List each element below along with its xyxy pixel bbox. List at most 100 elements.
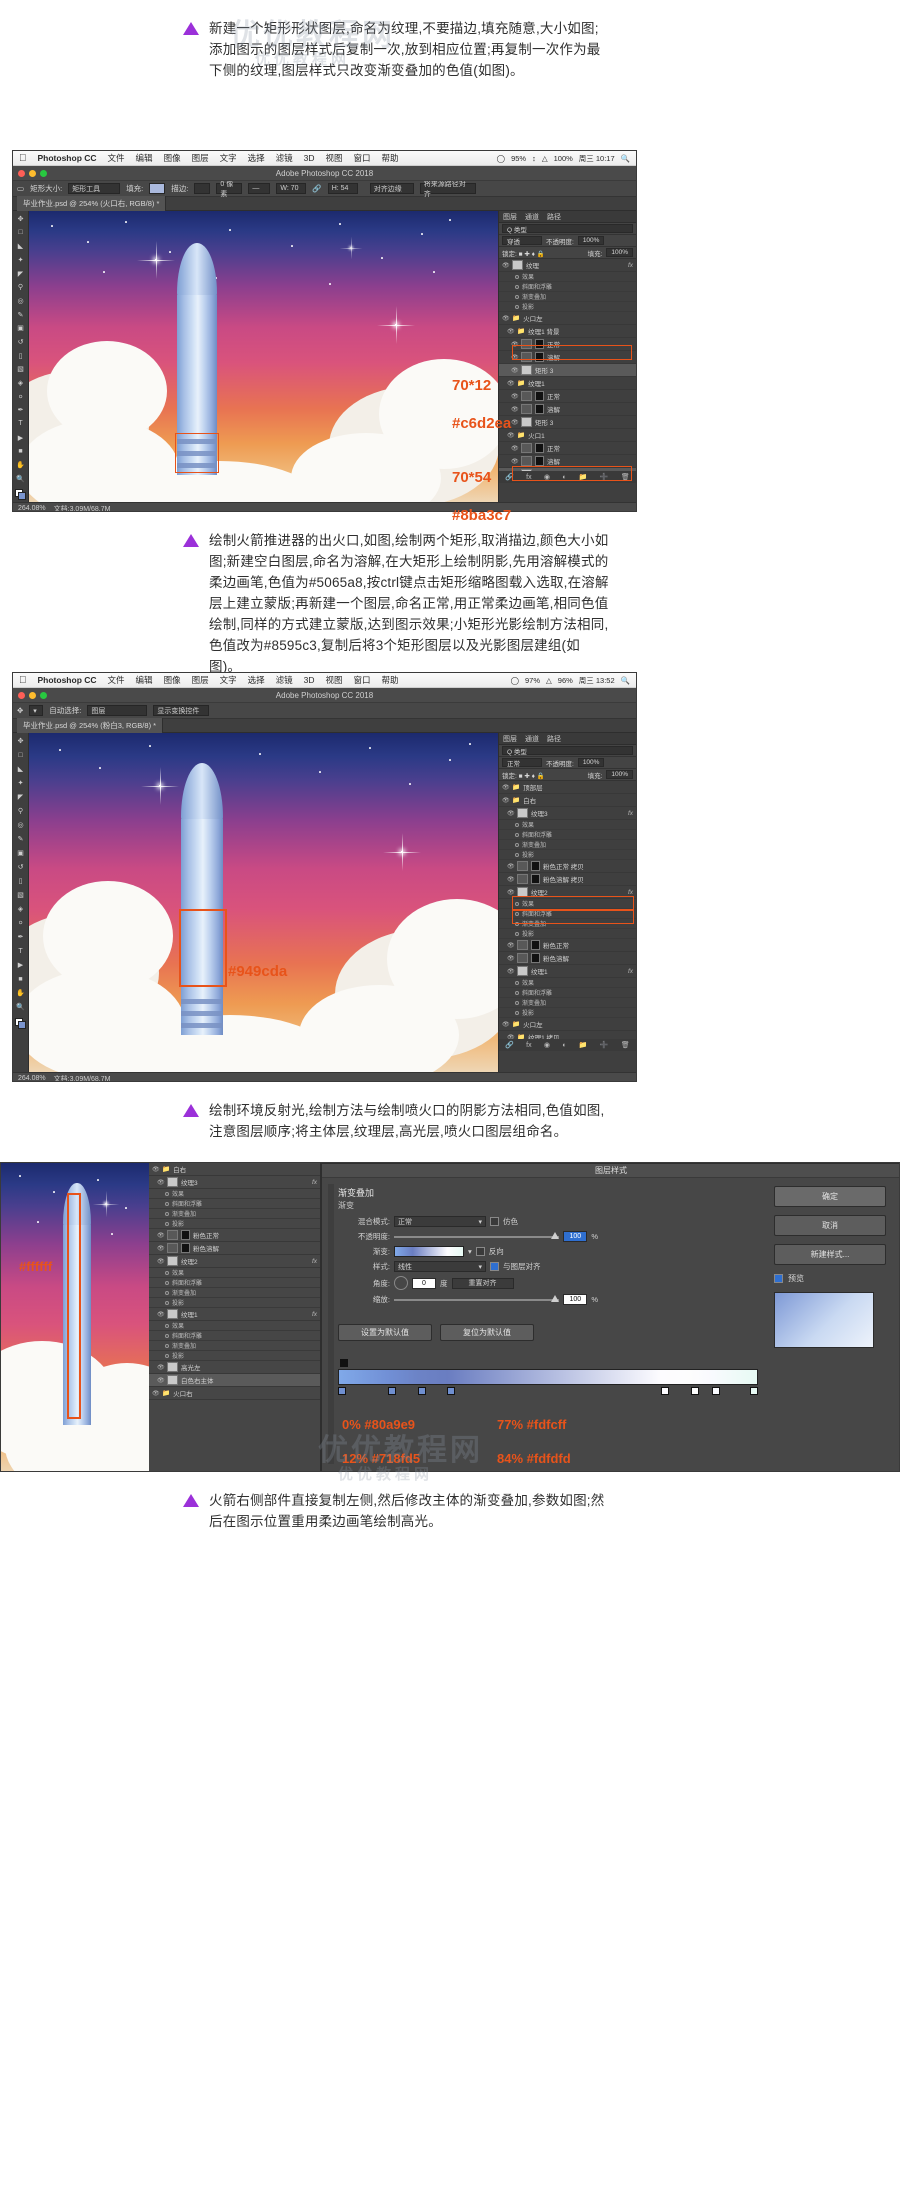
history-brush-icon-2[interactable]: ↺: [15, 861, 27, 873]
mac-menubar-2[interactable]:  Photoshop CC 文件 编辑 图像 图层 文字 选择 滤镜 3D 视…: [13, 673, 636, 688]
layer-mask-2-2[interactable]: [531, 874, 540, 884]
maximize-icon-1[interactable]: [40, 169, 47, 177]
layer-mask-5[interactable]: [535, 443, 544, 453]
layer-group-white-right-3[interactable]: 👁 📁 白右: [149, 1163, 320, 1176]
gradient-row[interactable]: 渐变: ▾ 反向: [338, 1246, 598, 1257]
wifi-icon-2[interactable]: △: [546, 676, 552, 685]
lasso-tool-icon-2[interactable]: ◣: [15, 763, 27, 775]
gradient-color-stop-3[interactable]: [418, 1387, 426, 1395]
zoom-tool-icon-1[interactable]: 🔍: [15, 473, 27, 485]
gradient-color-stop-6[interactable]: [691, 1387, 699, 1395]
close-icon-1[interactable]: [18, 169, 25, 177]
layers-panel-3[interactable]: 👁 📁 白右 👁 纹理3 fx 效果 斜面和浮雕 渐变叠加 投影 👁 粉色正常 …: [149, 1163, 321, 1471]
layer-name-6[interactable]: 矩形 3: [535, 365, 633, 375]
layers-panel-footer-2[interactable]: 🔗 fx ◉ ◐ 📁 ➕ 🗑: [499, 1039, 636, 1051]
layer-filter-2[interactable]: Q 类型: [499, 745, 636, 757]
folder-icon-2[interactable]: 📁: [517, 327, 525, 335]
menu-help-1[interactable]: 帮助: [382, 152, 399, 164]
blend-mode-select-3[interactable]: 正常 ▾: [394, 1216, 486, 1227]
history-brush-icon-1[interactable]: ↺: [15, 336, 27, 348]
pen-tool-icon-1[interactable]: ✒: [15, 404, 27, 416]
eye-icon-3-6[interactable]: 👁: [157, 1311, 165, 1318]
brush-tool-icon-2[interactable]: ✎: [15, 833, 27, 845]
menu-select-2[interactable]: 选择: [248, 674, 265, 686]
document-tabbar-1[interactable]: 毕业作业.psd @ 254% (火口右, RGB/8) *: [13, 196, 636, 211]
layer-mask-3-2[interactable]: [181, 1243, 190, 1253]
filter-type-2[interactable]: Q 类型: [502, 746, 633, 756]
delete-layer-icon-2[interactable]: 🗑: [621, 1041, 630, 1049]
menu-image-2[interactable]: 图像: [164, 674, 181, 686]
reset-align-button[interactable]: 重置对齐: [451, 1277, 514, 1289]
eye-icon-12[interactable]: 👁: [511, 445, 519, 452]
panel-tab-paths-1[interactable]: 路径: [547, 212, 561, 222]
shape-width-1[interactable]: W: 70: [276, 183, 307, 194]
reverse-checkbox[interactable]: [475, 1247, 485, 1256]
gradient-preview[interactable]: [394, 1246, 464, 1257]
menu-type-2[interactable]: 文字: [220, 674, 237, 686]
layer-group-fire1-1[interactable]: 👁 📁 火口1: [499, 429, 636, 442]
layer-thumb-3-5[interactable]: [167, 1309, 178, 1319]
add-mask-icon-2[interactable]: ◉: [544, 1041, 550, 1049]
layer-name-3-1[interactable]: 白右: [173, 1164, 317, 1174]
hand-tool-icon-2[interactable]: ✋: [15, 987, 27, 999]
layer-thumb-3-4[interactable]: [167, 1256, 178, 1266]
app-name-1[interactable]: Photoshop CC: [38, 153, 97, 163]
layer-name-3-8[interactable]: 白色右主体: [181, 1375, 317, 1385]
opacity-row[interactable]: 不透明度: 100 %: [338, 1231, 598, 1242]
menu-type-1[interactable]: 文字: [220, 152, 237, 164]
stamp-tool-icon-1[interactable]: ▣: [15, 322, 27, 334]
link-layers-icon-2[interactable]: 🔗: [505, 1041, 514, 1049]
eraser-tool-icon-2[interactable]: ▯: [15, 875, 27, 887]
layer-name-8[interactable]: 正常: [547, 391, 633, 401]
layer-row-highlight-left-3[interactable]: 👁 高光左: [149, 1361, 320, 1374]
clock-2[interactable]: 周三 13:52: [579, 675, 615, 686]
eraser-tool-icon-1[interactable]: ▯: [15, 350, 27, 362]
layer-thumb-3-1[interactable]: [167, 1177, 178, 1187]
fx-icon-1[interactable]: fx: [628, 262, 633, 269]
menu-file-1[interactable]: 文件: [108, 152, 125, 164]
eye-icon-3-3[interactable]: 👁: [157, 1232, 165, 1239]
layer-name-3-9[interactable]: 火口右: [173, 1388, 317, 1398]
layer-name-3-7[interactable]: 高光左: [181, 1362, 317, 1372]
wifi-icon-1[interactable]: △: [542, 154, 548, 163]
layer-thumb-1[interactable]: [512, 260, 523, 270]
eye-icon-2-6[interactable]: 👁: [507, 889, 515, 896]
layer-name-3-4[interactable]: 粉色溶解: [193, 1243, 317, 1253]
layer-thumb-3-3[interactable]: [167, 1243, 178, 1253]
reset-default-button[interactable]: 复位为默认值: [440, 1324, 534, 1341]
gradient-color-stop-7[interactable]: [712, 1387, 720, 1395]
layer-thumb-6[interactable]: [521, 404, 532, 414]
layer-name-2-8[interactable]: 粉色溶解: [543, 953, 633, 963]
hand-tool-icon-1[interactable]: ✋: [15, 459, 27, 471]
fx-icon-3-3[interactable]: fx: [312, 1311, 317, 1318]
dodge-tool-icon-2[interactable]: ⚪: [15, 917, 27, 929]
layer-mask-4[interactable]: [535, 404, 544, 414]
layer-row-texture3-3[interactable]: 👁 纹理3 fx: [149, 1176, 320, 1189]
healing-tool-icon-1[interactable]: ◎: [15, 295, 27, 307]
style-row[interactable]: 样式: 线性 ▾ 与图层对齐: [338, 1261, 598, 1272]
layer-mask-3[interactable]: [535, 391, 544, 401]
eye-icon-6[interactable]: 👁: [511, 367, 519, 374]
layer-row-pink-dissolve-2[interactable]: 👁 粉色溶解: [499, 952, 636, 965]
layer-group-white-right-2[interactable]: 👁 📁 白右: [499, 794, 636, 807]
options-bar-2[interactable]: ✥ ▾ 自动选择: 图层 显示变换控件: [13, 703, 636, 719]
align-layer-checkbox[interactable]: [490, 1262, 499, 1271]
layer-thumb-3-6[interactable]: [167, 1362, 178, 1372]
panel-tab-paths-2[interactable]: 路径: [547, 734, 561, 744]
eye-icon-2-4[interactable]: 👁: [507, 863, 515, 870]
eye-icon-2-7[interactable]: 👁: [507, 942, 515, 949]
toolbar-2[interactable]: ✥ □ ◣ ✦ ◤ ⚲ ◎ ✎ ▣ ↺ ▯ ▧ ◈ ⚪ ✒ T ▶ ■ ✋ 🔍: [13, 733, 29, 1072]
blur-tool-icon-1[interactable]: ◈: [15, 377, 27, 389]
new-style-button[interactable]: 新建样式...: [774, 1244, 886, 1265]
layer-thumb-3-2[interactable]: [167, 1230, 178, 1240]
tool-preset-icon-1[interactable]: ▭: [17, 184, 24, 193]
layer-name-2-10[interactable]: 火口左: [523, 1019, 633, 1029]
stroke-width-1[interactable]: 0 像素: [216, 181, 243, 198]
eye-icon-3-5[interactable]: 👁: [157, 1258, 165, 1265]
quickselect-tool-icon-1[interactable]: ✦: [15, 254, 27, 266]
apple-logo-icon-2[interactable]: : [19, 675, 27, 686]
layer-name-2-11[interactable]: 纹理1 拷贝: [528, 1032, 633, 1039]
toolbar-1[interactable]: ✥ □ ◣ ✦ ◤ ⚲ ◎ ✎ ▣ ↺ ▯ ▧ ◈ ⚪ ✒ T ▶ ■ ✋ 🔍: [13, 211, 29, 502]
eye-icon-8[interactable]: 👁: [511, 393, 519, 400]
lasso-tool-icon-1[interactable]: ◣: [15, 240, 27, 252]
